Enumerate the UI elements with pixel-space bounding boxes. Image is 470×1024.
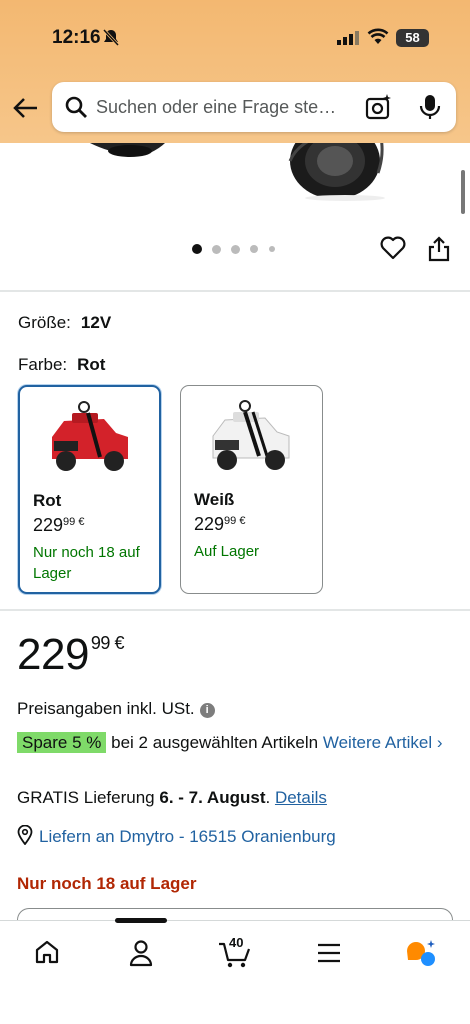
page-scrollbar[interactable] xyxy=(461,170,465,214)
tax-info: Preisangaben inkl. USt. i xyxy=(17,699,215,719)
swatch-name: Weiß xyxy=(194,490,235,509)
swatch-price: 22999 € xyxy=(33,515,85,535)
back-arrow-icon[interactable] xyxy=(12,94,40,122)
delivery-info: GRATIS Lieferung 6. - 7. August. Details xyxy=(17,788,327,807)
section-divider xyxy=(0,290,470,292)
delivery-details-link[interactable]: Details xyxy=(275,788,327,807)
deliver-to-link[interactable]: Liefern an Dmytro - 16515 Oranienburg xyxy=(17,825,336,847)
color-option-rot[interactable]: Rot 22999 € Nur noch 18 auf Lager xyxy=(18,385,161,594)
account-icon[interactable] xyxy=(129,939,153,967)
bottom-tab-bar: 40 xyxy=(0,918,470,1024)
product-image xyxy=(90,143,385,201)
size-label: Größe: xyxy=(18,313,71,332)
delivery-dates: 6. - 7. August xyxy=(159,788,266,807)
deliver-to-text: Liefern an Dmytro - 16515 Oranienburg xyxy=(39,827,336,846)
section-divider xyxy=(0,609,470,611)
promo-link[interactable]: Weitere Artikel › xyxy=(323,733,443,752)
bell-muted-icon xyxy=(103,29,119,47)
delivery-prefix: GRATIS Lieferung xyxy=(17,788,155,807)
app-header: 12:16 58 Suchen oder eine Frage ste… xyxy=(0,0,470,143)
menu-icon[interactable] xyxy=(317,942,341,964)
home-icon[interactable] xyxy=(34,939,60,965)
carousel-dot xyxy=(269,246,275,252)
color-value: Rot xyxy=(77,355,106,374)
search-bar[interactable]: Suchen oder eine Frage ste… xyxy=(52,82,456,132)
search-input[interactable]: Suchen oder eine Frage ste… xyxy=(96,97,336,118)
color-label: Farbe: xyxy=(18,355,68,374)
tax-text: Preisangaben inkl. USt. xyxy=(17,699,195,718)
heart-icon[interactable] xyxy=(380,236,406,260)
swatch-stock: Auf Lager xyxy=(194,543,260,560)
carousel-dot xyxy=(212,245,221,254)
white-car-image xyxy=(212,400,290,470)
camera-search-icon[interactable] xyxy=(365,93,393,121)
location-pin-icon xyxy=(17,825,33,845)
promo-text: bei 2 ausgewählten Artikeln xyxy=(111,733,319,752)
carousel-dot xyxy=(250,245,258,253)
cellular-signal-icon xyxy=(337,31,359,45)
swatch-price: 22999 € xyxy=(194,514,246,534)
product-price: 229 99 € xyxy=(17,630,124,679)
rufus-assistant-icon[interactable] xyxy=(404,939,438,969)
size-value: 12V xyxy=(80,313,112,332)
swatch-name: Rot xyxy=(33,491,62,510)
clock: 12:16 xyxy=(52,27,101,48)
promo-badge: Spare 5 % xyxy=(17,732,107,753)
wifi-icon xyxy=(367,28,389,44)
color-selector: Farbe: Rot xyxy=(18,355,105,375)
search-icon xyxy=(65,96,87,118)
home-indicator xyxy=(115,918,167,923)
red-car-image xyxy=(52,401,128,471)
carousel-dot xyxy=(231,245,240,254)
status-bar: 12:16 58 xyxy=(0,0,470,74)
battery-indicator: 58 xyxy=(396,29,429,47)
product-image-carousel[interactable] xyxy=(0,143,470,233)
microphone-icon[interactable] xyxy=(419,93,441,121)
color-option-weiss[interactable]: Weiß 22999 € Auf Lager xyxy=(180,385,323,594)
swatch-stock: Nur noch 18 auf Lager xyxy=(33,544,140,582)
info-icon[interactable]: i xyxy=(199,703,215,718)
size-selector: Größe: 12V xyxy=(18,313,111,333)
cart-icon[interactable] xyxy=(218,941,252,969)
share-icon[interactable] xyxy=(427,235,451,263)
promo-line: Spare 5 % bei 2 ausgewählten Artikeln We… xyxy=(17,729,457,756)
carousel-dot-active xyxy=(192,244,202,254)
stock-warning: Nur noch 18 auf Lager xyxy=(17,874,197,893)
